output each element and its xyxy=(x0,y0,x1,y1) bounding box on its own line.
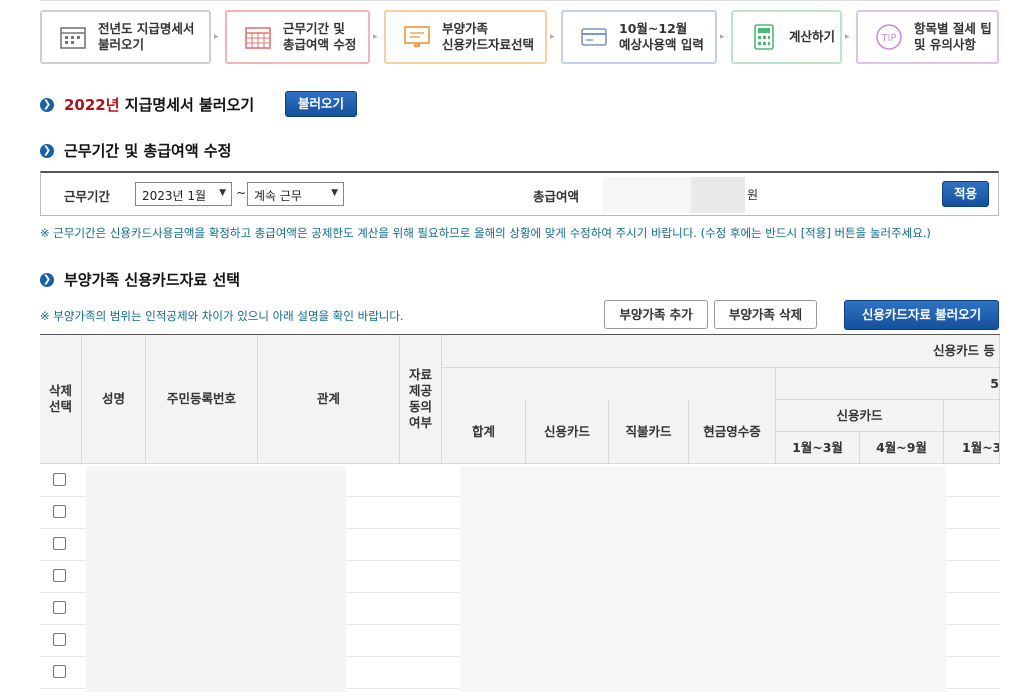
row-select-checkbox[interactable] xyxy=(53,537,66,550)
step-label: 근무기간 및 총급여액 수정 xyxy=(283,21,357,52)
apply-button[interactable]: 적용 xyxy=(942,181,989,207)
dependents-note: ※ 부양가족의 범위는 인적공제와 차이가 있으니 아래 설명을 확인 바랍니다… xyxy=(40,309,404,323)
salary-input[interactable] xyxy=(603,177,691,213)
step-label: 항목별 절세 팁 및 유의사항 xyxy=(914,21,992,52)
section-title-dependents: 부양가족 신용카드자료 선택 xyxy=(64,271,241,289)
add-dependent-button[interactable]: 부양가족 추가 xyxy=(604,300,708,329)
delete-dependent-button[interactable]: 부양가족 삭제 xyxy=(714,300,817,329)
calendar-icon xyxy=(58,22,88,52)
dependents-table: 삭제 선택 성명 주민등록번호 관계 자료 제공 동의 여부 신용카드 등 합계… xyxy=(40,334,1000,694)
load-card-data-button[interactable]: 신용카드자료 불러오기 xyxy=(844,300,999,330)
step-1[interactable]: 전년도 지급명세서 불러오기 xyxy=(40,10,211,64)
step-arrow-icon: ▸ xyxy=(845,32,850,42)
row-select-checkbox[interactable] xyxy=(53,473,66,486)
col-q3: 1월~3 xyxy=(944,432,1000,464)
top-divider xyxy=(40,0,1000,4)
col-total: 합계 xyxy=(442,400,526,464)
row-select-checkbox[interactable] xyxy=(53,633,66,646)
start-month-value: 2023년 1월 xyxy=(142,189,207,203)
salary-input-tail[interactable] xyxy=(691,177,745,213)
load-prev-statement-button[interactable]: 불러오기 xyxy=(285,91,357,117)
arrow-bullet-icon: ❯ xyxy=(40,272,54,287)
section-title-period-salary: 근무기간 및 총급여액 수정 xyxy=(64,142,232,160)
col-credit-sub-next xyxy=(944,400,1000,432)
section-period-salary: ❯ 근무기간 및 총급여액 수정 xyxy=(40,140,231,161)
card-icon xyxy=(579,22,609,52)
salary-label: 총급여액 xyxy=(533,189,580,204)
row-select-checkbox[interactable] xyxy=(53,505,66,518)
redacted-amount-area xyxy=(460,466,946,692)
step-6[interactable]: TIP 항목별 절세 팁 및 유의사항 xyxy=(856,10,999,64)
calculator-icon xyxy=(749,22,779,52)
row-select-checkbox[interactable] xyxy=(53,569,66,582)
col-q2: 4월~9월 xyxy=(860,432,944,464)
period-salary-form: 근무기간 2023년 1월 ~ 계속 근무 총급여액 원 적용 xyxy=(40,171,999,216)
section-prev-statement: ❯ 2022년 지급명세서 불러오기 xyxy=(40,94,254,115)
step-label: 10월~12월 예상사용액 입력 xyxy=(619,21,704,52)
calendar-grid-icon xyxy=(243,22,273,52)
col-cash: 현금영수증 xyxy=(689,400,776,464)
step-arrow-icon: ▸ xyxy=(720,32,725,42)
col-credit: 신용카드 xyxy=(526,400,609,464)
arrow-bullet-icon: ❯ xyxy=(40,97,54,112)
row-select-checkbox[interactable] xyxy=(53,665,66,678)
col-credit-sub: 신용카드 xyxy=(776,400,944,432)
section-dependents: ❯ 부양가족 신용카드자료 선택 xyxy=(40,269,240,290)
tilde-text: ~ xyxy=(236,186,247,200)
col-sub-5: 5 xyxy=(776,368,1000,400)
tip-icon: TIP xyxy=(874,22,904,52)
col-group-card: 신용카드 등 xyxy=(442,335,1000,368)
step-label: 부양가족 신용카드자료선택 xyxy=(442,21,535,52)
step-arrow-icon: ▸ xyxy=(373,32,378,42)
end-period-select[interactable]: 계속 근무 xyxy=(247,182,344,206)
start-month-select[interactable]: 2023년 1월 xyxy=(135,182,232,206)
row-select-checkbox[interactable] xyxy=(53,601,66,614)
step-2[interactable]: 근무기간 및 총급여액 수정 xyxy=(225,10,370,64)
step-3[interactable]: 부양가족 신용카드자료선택 xyxy=(384,10,547,64)
col-delete-select: 삭제 선택 xyxy=(40,335,82,464)
end-period-value: 계속 근무 xyxy=(254,189,302,203)
col-name: 성명 xyxy=(82,335,146,464)
step-label: 계산하기 xyxy=(789,29,836,44)
redacted-personal-area xyxy=(86,466,346,692)
col-rrn: 주민등록번호 xyxy=(146,335,258,464)
monitor-icon xyxy=(402,22,432,52)
col-q1: 1월~3월 xyxy=(776,432,860,464)
col-debit: 직불카드 xyxy=(609,400,689,464)
col-consent: 자료 제공 동의 여부 xyxy=(400,335,442,464)
col-relation: 관계 xyxy=(258,335,400,464)
step-label: 전년도 지급명세서 불러오기 xyxy=(98,21,195,52)
step-arrow-icon: ▸ xyxy=(550,32,555,42)
won-unit: 원 xyxy=(747,188,759,202)
step-5[interactable]: 계산하기 xyxy=(731,10,842,64)
step-4[interactable]: 10월~12월 예상사용액 입력 xyxy=(561,10,717,64)
section-title-prev-statement: 2022년 지급명세서 불러오기 xyxy=(64,96,255,114)
step-arrow-icon: ▸ xyxy=(214,32,219,42)
period-label: 근무기간 xyxy=(64,189,111,204)
svg-text:TIP: TIP xyxy=(880,33,896,44)
arrow-bullet-icon: ❯ xyxy=(40,143,54,158)
period-note: ※ 근무기간은 신용카드사용금액을 확정하고 총급여액은 공제한도 계산을 위해… xyxy=(40,226,931,240)
